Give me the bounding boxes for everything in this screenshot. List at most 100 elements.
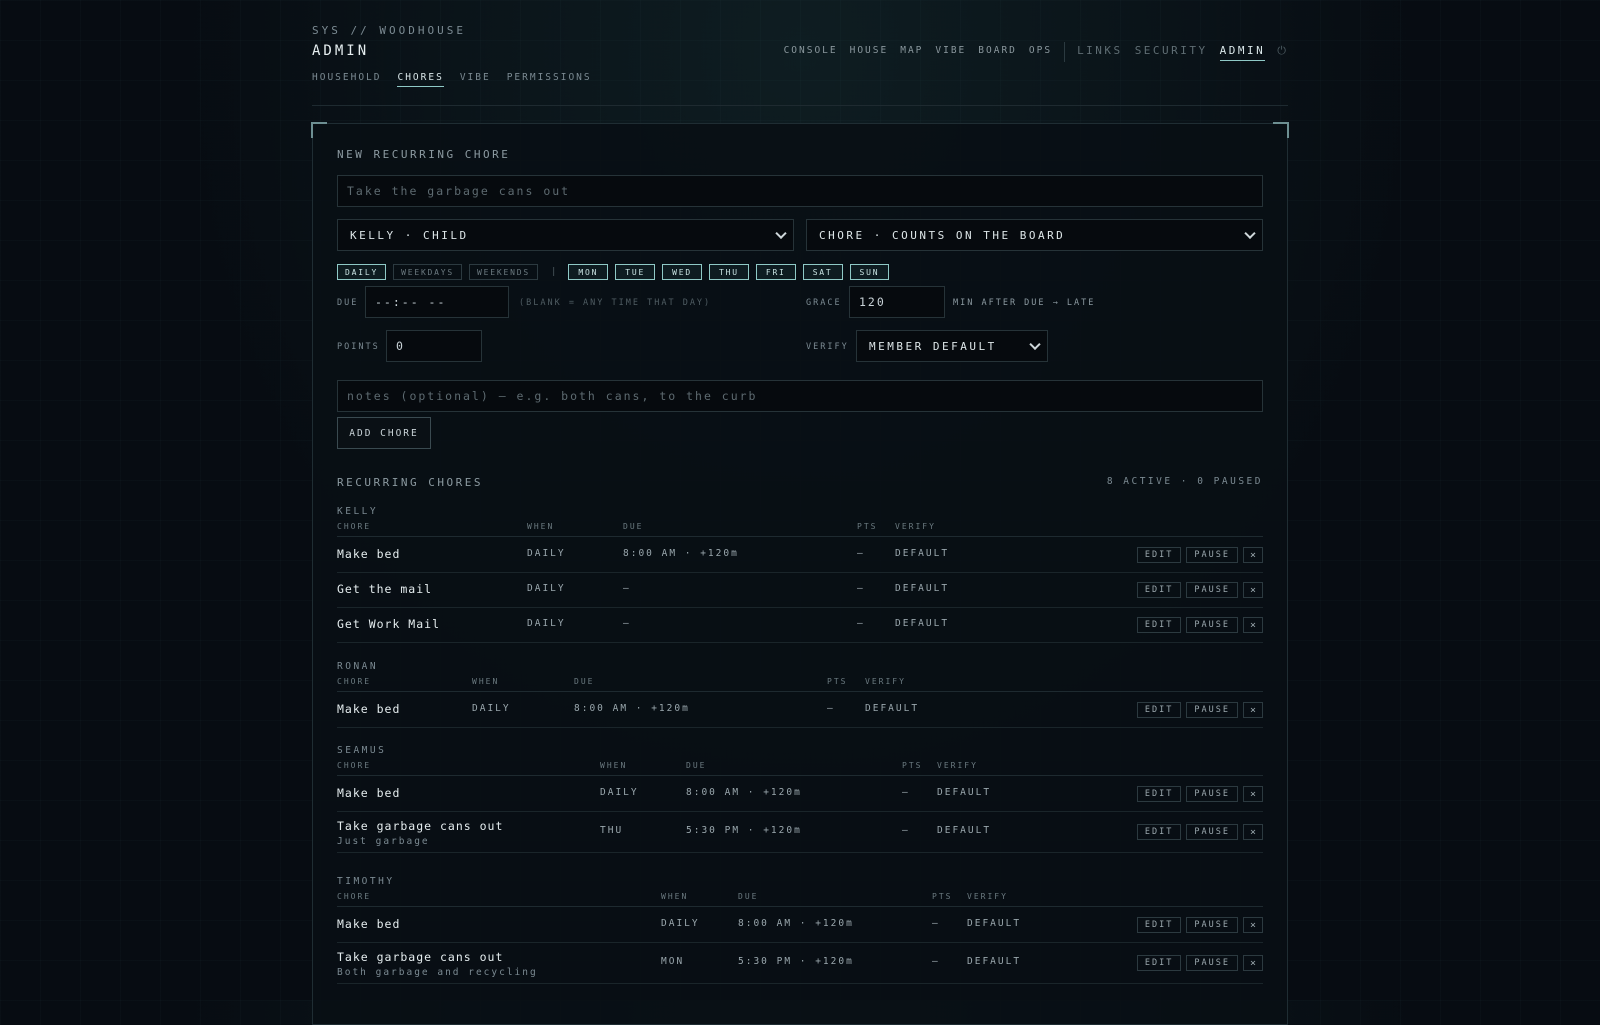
points-input[interactable]: 0	[386, 330, 482, 362]
tab-permissions[interactable]: PERMISSIONS	[507, 72, 592, 87]
chore-name: Make bed	[337, 917, 401, 931]
verify-select[interactable]: MEMBER DEFAULT	[856, 330, 1048, 362]
verify-label: VERIFY	[806, 342, 849, 352]
chore-due: 8:00 AM · +120m	[738, 918, 854, 929]
chore-note: Both garbage and recycling	[337, 967, 538, 978]
pause-button[interactable]: PAUSE	[1186, 617, 1238, 633]
member-select[interactable]: KELLY · CHILD	[337, 219, 794, 251]
row-actions: EDIT PAUSE ×	[1132, 547, 1263, 563]
delete-button[interactable]: ×	[1242, 917, 1263, 933]
delete-button[interactable]: ×	[1242, 547, 1263, 563]
day-sat[interactable]: SAT	[802, 264, 843, 280]
nav-map[interactable]: MAP	[900, 45, 923, 59]
chore-due: 5:30 PM · +120m	[738, 956, 854, 967]
column-header-due: DUE	[738, 892, 759, 901]
delete-button[interactable]: ×	[1242, 955, 1263, 971]
nav-admin[interactable]: ADMIN	[1219, 44, 1266, 61]
day-tue[interactable]: TUE	[615, 264, 656, 280]
page-title: ADMIN	[312, 43, 370, 59]
pause-button[interactable]: PAUSE	[1186, 786, 1238, 802]
top-nav: CONSOLE HOUSE MAP VIBE BOARD OPS LINKS S…	[772, 42, 1288, 62]
preset-weekends[interactable]: WEEKENDS	[469, 264, 538, 280]
chore-when: DAILY	[527, 548, 566, 559]
pause-button[interactable]: PAUSE	[1186, 547, 1238, 563]
column-header-row: CHORE WHEN DUE PTS VERIFY	[337, 522, 1263, 537]
column-header-row: CHORE WHEN DUE PTS VERIFY	[337, 761, 1263, 776]
delete-button[interactable]: ×	[1242, 824, 1263, 840]
nav-ops[interactable]: OPS	[1029, 45, 1052, 59]
nav-board[interactable]: BOARD	[978, 45, 1017, 59]
power-icon[interactable]: ⏻	[1277, 44, 1288, 61]
edit-button[interactable]: EDIT	[1136, 617, 1182, 633]
edit-button[interactable]: EDIT	[1136, 702, 1182, 718]
row-actions: EDIT PAUSE ×	[1132, 917, 1263, 933]
column-header-chore: CHORE	[337, 892, 372, 901]
chore-due: 8:00 AM · +120m	[574, 703, 690, 714]
edit-button[interactable]: EDIT	[1136, 582, 1182, 598]
delete-button[interactable]: ×	[1242, 786, 1263, 802]
chore-pts: —	[902, 825, 910, 836]
verify-select-value: MEMBER DEFAULT	[869, 339, 997, 353]
tab-household[interactable]: HOUSEHOLD	[312, 72, 381, 87]
schedule-chips: DAILY WEEKDAYS WEEKENDS | MON TUE WED TH…	[337, 264, 896, 280]
delete-button[interactable]: ×	[1242, 582, 1263, 598]
edit-button[interactable]: EDIT	[1136, 824, 1182, 840]
pause-button[interactable]: PAUSE	[1186, 582, 1238, 598]
edit-button[interactable]: EDIT	[1136, 955, 1182, 971]
admin-subnav: HOUSEHOLD CHORES VIBE PERMISSIONS	[312, 72, 592, 87]
nav-security[interactable]: SECURITY	[1135, 44, 1208, 60]
chore-type-select-value: CHORE · COUNTS ON THE BOARD	[819, 228, 1066, 242]
delete-button[interactable]: ×	[1242, 617, 1263, 633]
system-label: SYS // WOODHOUSE	[312, 24, 466, 37]
day-sun[interactable]: SUN	[849, 264, 890, 280]
chore-name: Get Work Mail	[337, 617, 441, 631]
edit-button[interactable]: EDIT	[1136, 547, 1182, 563]
chore-when: MON	[661, 956, 685, 967]
pause-button[interactable]: PAUSE	[1186, 702, 1238, 718]
day-thu[interactable]: THU	[708, 264, 749, 280]
tab-vibe[interactable]: VIBE	[460, 72, 491, 87]
nav-links[interactable]: LINKS	[1077, 44, 1123, 60]
nav-vibe[interactable]: VIBE	[935, 45, 966, 59]
chore-verify: DEFAULT	[895, 548, 950, 559]
due-label: DUE	[337, 298, 359, 308]
corner-bracket-left	[311, 122, 327, 138]
chore-name-input[interactable]	[337, 175, 1263, 207]
chore-when: DAILY	[527, 583, 566, 594]
chore-name: Take garbage cans out	[337, 950, 504, 964]
chore-type-select[interactable]: CHORE · COUNTS ON THE BOARD	[806, 219, 1263, 251]
pause-button[interactable]: PAUSE	[1186, 917, 1238, 933]
day-fri[interactable]: FRI	[755, 264, 796, 280]
group-name: KELLY	[337, 506, 379, 517]
pause-button[interactable]: PAUSE	[1186, 955, 1238, 971]
nav-console[interactable]: CONSOLE	[784, 45, 838, 59]
due-time-input[interactable]: --:-- --	[365, 286, 509, 318]
column-header-row: CHORE WHEN DUE PTS VERIFY	[337, 892, 1263, 907]
pause-button[interactable]: PAUSE	[1186, 824, 1238, 840]
add-chore-button[interactable]: ADD CHORE	[337, 417, 431, 449]
chore-pts: —	[932, 956, 940, 967]
grace-input[interactable]: 120	[849, 286, 945, 318]
edit-button[interactable]: EDIT	[1136, 786, 1182, 802]
new-chore-title: NEW RECURRING CHORE	[337, 148, 511, 161]
day-mon[interactable]: MON	[568, 264, 609, 280]
column-header-when: WHEN	[527, 522, 555, 531]
day-wed[interactable]: WED	[662, 264, 702, 280]
row-actions: EDIT PAUSE ×	[1132, 786, 1263, 802]
chore-row: Take garbage cans out Both garbage and re…	[337, 942, 1263, 984]
group-name: SEAMUS	[337, 745, 387, 756]
column-header-chore: CHORE	[337, 677, 372, 686]
preset-daily[interactable]: DAILY	[337, 264, 387, 280]
tab-chores[interactable]: CHORES	[397, 72, 444, 87]
chore-due: —	[623, 618, 631, 629]
edit-button[interactable]: EDIT	[1136, 917, 1182, 933]
delete-button[interactable]: ×	[1242, 702, 1263, 718]
chore-row: Make bed DAILY 8:00 AM · +120m — DEFAULT EDIT…	[337, 692, 1263, 728]
corner-bracket-right	[1273, 122, 1289, 138]
chore-verify: DEFAULT	[865, 703, 920, 714]
column-header-when: WHEN	[472, 677, 500, 686]
notes-input[interactable]	[337, 380, 1263, 412]
nav-house[interactable]: HOUSE	[850, 45, 889, 59]
column-header-pts: PTS	[902, 761, 923, 770]
preset-weekdays[interactable]: WEEKDAYS	[393, 264, 463, 280]
